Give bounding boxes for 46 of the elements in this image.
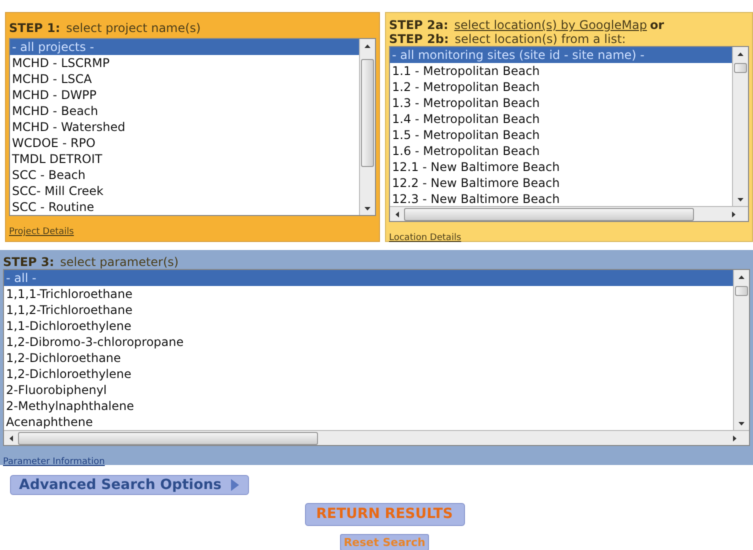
list-option[interactable]: 1.6 - Metropolitan Beach xyxy=(390,143,732,159)
list-box[interactable]: - all - 1,1,1-Trichloroethane 1,1,2-Trichloroethane 1,1-Dichloroethylene 1,2-Dibromo-3-chloropropane 1,2-Dichloroethane 1,2-Dichloroethylene 2-Fluorobiphenyl 2-Methylnaphthalene Acenaphthene xyxy=(3,269,750,446)
advanced-search-button[interactable]: Advanced Search Options xyxy=(10,475,248,495)
step-instruction: select project name(s) xyxy=(66,21,201,35)
step-label: STEP 2a: xyxy=(389,18,448,32)
list-option[interactable]: - all - xyxy=(4,270,733,286)
list-option[interactable]: 2-Methylnaphthalene xyxy=(4,398,733,414)
step-label: STEP 1: xyxy=(9,21,60,35)
step-label: STEP 2b: xyxy=(389,32,449,46)
list-option[interactable]: SCC- Mill Creek xyxy=(10,183,359,199)
step-label: STEP 3: xyxy=(3,255,54,269)
or-label: or xyxy=(650,18,664,32)
map-link[interactable]: select location(s) by GoogleMap xyxy=(454,18,647,32)
list-option[interactable]: TMDL DETROIT xyxy=(10,151,359,167)
list-option[interactable]: 1,2-Dibromo-3-chloropropane xyxy=(4,334,733,350)
list-option[interactable]: 2-Fluorobiphenyl xyxy=(4,382,733,398)
list-option[interactable]: 12.2 - New Baltimore Beach xyxy=(390,175,732,191)
list-option[interactable]: 1.3 - Metropolitan Beach xyxy=(390,95,732,111)
list-option[interactable]: 1.5 - Metropolitan Beach xyxy=(390,127,732,143)
list-option[interactable]: 1,1,1-Trichloroethane xyxy=(4,286,733,302)
list-option[interactable]: 1,2-Dichloroethane xyxy=(4,350,733,366)
details-link[interactable]: Parameter Information xyxy=(3,457,105,467)
list-option[interactable]: WCDOE - RPO xyxy=(10,135,359,151)
list-option[interactable]: MCHD - Beach xyxy=(10,103,359,119)
list-option[interactable]: MCHD - Watershed xyxy=(10,119,359,135)
list-option[interactable]: 1,1,2-Trichloroethane xyxy=(4,302,733,318)
list-option[interactable]: 1.2 - Metropolitan Beach xyxy=(390,79,732,95)
list-option[interactable]: Acenaphthene xyxy=(4,414,733,430)
list-option[interactable]: 1.4 - Metropolitan Beach xyxy=(390,111,732,127)
step-instruction: select location(s) from a list: xyxy=(454,32,626,46)
list-option[interactable]: MCHD - LSCRMP xyxy=(10,55,359,71)
list-option[interactable]: MCHD - LSCA xyxy=(10,71,359,87)
list-option[interactable]: 12.1 - New Baltimore Beach xyxy=(390,159,732,175)
list-option[interactable]: 1,1-Dichloroethylene xyxy=(4,318,733,334)
list-option[interactable]: 1.1 - Metropolitan Beach xyxy=(390,63,732,79)
step-instruction: select parameter(s) xyxy=(60,255,179,269)
details-link[interactable]: Project Details xyxy=(9,227,74,237)
list-option[interactable]: SCC - Routine xyxy=(10,199,359,215)
list-option[interactable]: - all monitoring sites (site id - site name) - xyxy=(390,47,732,63)
list-option[interactable]: SCC - Beach xyxy=(10,167,359,183)
list-option[interactable]: 1,2-Dichloroethylene xyxy=(4,366,733,382)
list-option[interactable]: - all projects - xyxy=(10,39,359,55)
list-option[interactable]: 12.3 - New Baltimore Beach xyxy=(390,191,732,206)
list-box[interactable]: - all projects - MCHD - LSCRMP MCHD - LSCA MCHD - DWPP MCHD - Beach MCHD - Watershed WCDOE - RPO TMDL DETROIT SCC - Beach SCC- Mill Creek SCC - Routine xyxy=(9,38,376,216)
list-option[interactable]: MCHD - DWPP xyxy=(10,87,359,103)
details-link[interactable]: Location Details xyxy=(389,233,462,243)
